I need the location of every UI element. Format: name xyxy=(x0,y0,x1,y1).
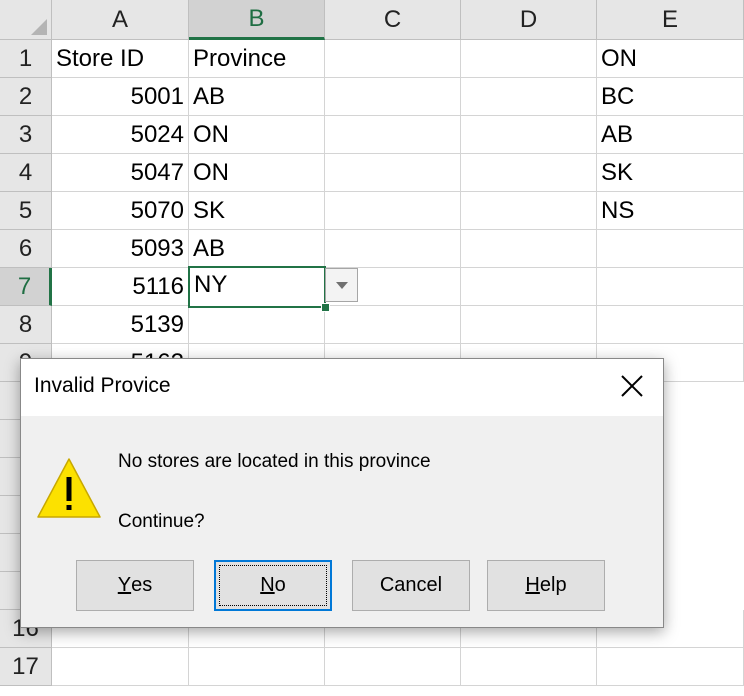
chevron-down-icon xyxy=(335,281,348,289)
cell-e17[interactable] xyxy=(597,648,744,686)
column-header-a[interactable]: A xyxy=(52,0,189,40)
cell-e6[interactable] xyxy=(597,230,744,268)
cell-e8[interactable] xyxy=(597,306,744,344)
cell-d6[interactable] xyxy=(461,230,597,268)
cell-c4[interactable] xyxy=(325,154,461,192)
row-header-7[interactable]: 7 xyxy=(0,268,52,306)
dialog-message: No stores are located in this province xyxy=(118,451,431,472)
cell-c5[interactable] xyxy=(325,192,461,230)
row-header-2[interactable]: 2 xyxy=(0,78,52,116)
cell-d5[interactable] xyxy=(461,192,597,230)
cell-e2[interactable]: BC xyxy=(597,78,744,116)
yes-button[interactable]: Yes xyxy=(76,560,194,611)
yes-accel: Y xyxy=(117,574,132,596)
cell-a17[interactable] xyxy=(52,648,189,686)
row-header-6[interactable]: 6 xyxy=(0,230,52,268)
row-header-8[interactable]: 8 xyxy=(0,306,52,344)
cell-b6[interactable]: AB xyxy=(189,230,325,268)
no-button[interactable]: No xyxy=(214,560,332,611)
row-header-4[interactable]: 4 xyxy=(0,154,52,192)
close-icon[interactable] xyxy=(619,373,645,399)
dialog-question: Continue? xyxy=(118,511,205,532)
warning-icon xyxy=(37,458,101,518)
row-header-3[interactable]: 3 xyxy=(0,116,52,154)
cell-c6[interactable] xyxy=(325,230,461,268)
cell-d7[interactable] xyxy=(461,268,597,306)
cell-a2[interactable]: 5001 xyxy=(52,78,189,116)
cell-b2[interactable]: AB xyxy=(189,78,325,116)
cancel-label: Cancel xyxy=(379,574,443,596)
column-header-b[interactable]: B xyxy=(189,0,325,40)
cell-b17[interactable] xyxy=(189,648,325,686)
cell-a5[interactable]: 5070 xyxy=(52,192,189,230)
cell-a4[interactable]: 5047 xyxy=(52,154,189,192)
cell-a7[interactable]: 5116 xyxy=(52,268,189,306)
cell-b1[interactable]: Province xyxy=(189,40,325,78)
cell-b3[interactable]: ON xyxy=(189,116,325,154)
help-button[interactable]: Help xyxy=(487,560,605,611)
row-header-5[interactable]: 5 xyxy=(0,192,52,230)
cell-c2[interactable] xyxy=(325,78,461,116)
invalid-province-dialog: Invalid Provice No stores are located in… xyxy=(20,358,664,628)
active-cell-b7[interactable]: NY xyxy=(188,266,326,308)
cell-e1[interactable]: ON xyxy=(597,40,744,78)
cancel-button[interactable]: Cancel xyxy=(352,560,470,611)
cell-d17[interactable] xyxy=(461,648,597,686)
column-header-c[interactable]: C xyxy=(325,0,461,40)
cell-e4[interactable]: SK xyxy=(597,154,744,192)
cell-b5[interactable]: SK xyxy=(189,192,325,230)
column-header-e[interactable]: E xyxy=(597,0,744,40)
dialog-title: Invalid Provice xyxy=(34,374,171,397)
cell-c1[interactable] xyxy=(325,40,461,78)
help-accel: H xyxy=(525,574,540,596)
validation-dropdown-button[interactable] xyxy=(325,268,358,302)
cell-d4[interactable] xyxy=(461,154,597,192)
cell-a3[interactable]: 5024 xyxy=(52,116,189,154)
cell-e5[interactable]: NS xyxy=(597,192,744,230)
cell-e7[interactable] xyxy=(597,268,744,306)
cell-c8[interactable] xyxy=(325,306,461,344)
cell-a6[interactable]: 5093 xyxy=(52,230,189,268)
cell-a1[interactable]: Store ID xyxy=(52,40,189,78)
cell-d3[interactable] xyxy=(461,116,597,154)
row-header-1[interactable]: 1 xyxy=(0,40,52,78)
help-label: elp xyxy=(539,574,567,596)
column-header-d[interactable]: D xyxy=(461,0,597,40)
cell-d8[interactable] xyxy=(461,306,597,344)
dialog-titlebar[interactable]: Invalid Provice xyxy=(21,359,663,416)
cell-b8[interactable] xyxy=(189,306,325,344)
row-header-17[interactable]: 17 xyxy=(0,648,52,686)
cell-a8[interactable]: 5139 xyxy=(52,306,189,344)
select-all-corner[interactable] xyxy=(0,0,52,40)
cell-c3[interactable] xyxy=(325,116,461,154)
yes-label: es xyxy=(131,574,153,596)
cell-d1[interactable] xyxy=(461,40,597,78)
cell-e3[interactable]: AB xyxy=(597,116,744,154)
cell-d2[interactable] xyxy=(461,78,597,116)
fill-handle[interactable] xyxy=(321,303,330,312)
cell-c17[interactable] xyxy=(325,648,461,686)
cell-b4[interactable]: ON xyxy=(189,154,325,192)
